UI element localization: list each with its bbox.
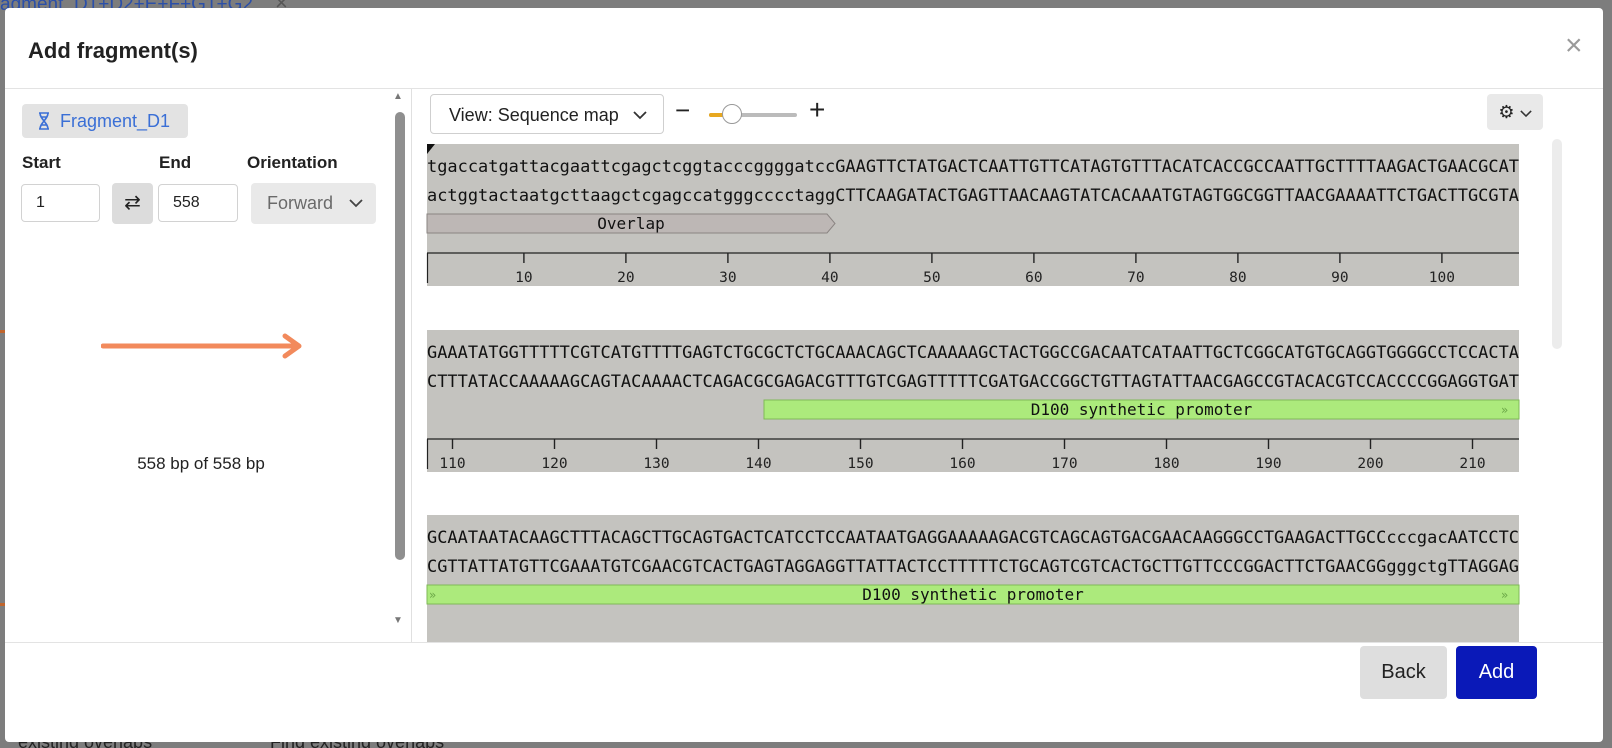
length-summary: 558 bp of 558 bp — [137, 454, 265, 473]
fragment-settings-panel: Fragment_D1 Start End Orientation ⇄ Forw… — [5, 89, 410, 642]
zoom-slider-thumb[interactable] — [722, 104, 743, 124]
ruler-tick-label: 50 — [923, 270, 940, 286]
top-strand: tgaccatgattacgaattcgagctcggtacccggggatcc… — [427, 157, 1519, 176]
chevron-down-icon — [349, 183, 363, 224]
orientation-label: Orientation — [247, 153, 338, 172]
scroll-down-icon[interactable]: ▼ — [393, 615, 403, 626]
ruler-tick-label: 130 — [643, 456, 669, 472]
view-select[interactable]: View: Sequence map — [430, 94, 664, 134]
zoom-out-button[interactable]: − — [675, 95, 690, 126]
feature-label: D100 synthetic promoter — [1031, 400, 1253, 419]
scroll-up-icon[interactable]: ▲ — [393, 91, 403, 102]
swap-button[interactable]: ⇄ — [112, 183, 153, 224]
continuation-right-icon: » — [1501, 588, 1508, 602]
ruler-tick-label: 80 — [1229, 270, 1246, 286]
settings-menu-button[interactable]: ⚙ — [1487, 94, 1543, 130]
fragment-chip[interactable]: Fragment_D1 — [22, 104, 188, 138]
zoom-in-button[interactable]: + — [809, 94, 825, 126]
add-fragment-dialog: Add fragment(s) × Fragment_D1 Start End … — [5, 8, 1603, 742]
ruler-tick-label: 20 — [617, 270, 634, 286]
ruler-tick-label: 190 — [1255, 456, 1281, 472]
ruler-tick-label: 210 — [1459, 456, 1485, 472]
sequence-map: tgaccatgattacgaattcgagctcggtacccggggatcc… — [426, 144, 1520, 642]
bottom-strand: CTTTATACCAAAAAGCAGTACAAAACTCAGACGCGAGACG… — [427, 372, 1519, 391]
orientation-select[interactable]: Forward — [251, 183, 376, 224]
gear-icon: ⚙ — [1498, 102, 1515, 122]
forward-direction-arrow-icon — [101, 333, 302, 359]
end-label: End — [159, 153, 192, 172]
fragment-name: Fragment_D1 — [60, 111, 171, 131]
add-button[interactable]: Add — [1456, 646, 1537, 699]
swap-arrows-icon: ⇄ — [124, 192, 141, 214]
view-select-label: View: Sequence map — [449, 105, 619, 125]
start-input[interactable] — [21, 184, 100, 222]
orientation-value: Forward — [267, 193, 334, 213]
sequence-map-panel: View: Sequence map − + ⚙ tgaccatgattacga… — [412, 89, 1603, 642]
ruler-tick-label: 170 — [1051, 456, 1077, 472]
ruler-tick-label: 120 — [541, 456, 567, 472]
bottom-strand: actggtactaatgcttaagctcgagccatgggcccctagg… — [427, 186, 1519, 205]
top-strand: GAAATATGGTTTTTCGTCATGTTTTGAGTCTGCGCTCTGC… — [427, 343, 1519, 362]
ruler-tick-label: 10 — [515, 270, 532, 286]
ruler-tick-label: 100 — [1429, 270, 1455, 286]
ruler-tick-label: 60 — [1025, 270, 1042, 286]
ruler-tick-label: 160 — [949, 456, 975, 472]
sequence-scrollbar[interactable] — [1552, 139, 1564, 642]
ruler-tick-label: 180 — [1153, 456, 1179, 472]
chevron-down-icon — [1519, 102, 1532, 122]
scroll-thumb[interactable] — [395, 112, 405, 560]
dialog-title: Add fragment(s) — [28, 38, 198, 63]
continuation-left-icon: » — [429, 588, 436, 602]
ruler-tick-label: 140 — [745, 456, 771, 472]
feature-label: Overlap — [597, 214, 664, 233]
left-scrollbar[interactable]: ▲ ▼ — [393, 89, 407, 642]
ruler-tick-label: 150 — [847, 456, 873, 472]
close-icon[interactable]: × — [1565, 31, 1583, 61]
dna-icon — [37, 104, 51, 138]
end-input[interactable] — [158, 184, 238, 222]
start-label: Start — [22, 153, 61, 172]
feature-label: D100 synthetic promoter — [862, 585, 1084, 604]
back-button[interactable]: Back — [1360, 646, 1447, 699]
chevron-down-icon — [633, 95, 647, 135]
ruler-tick-label: 40 — [821, 270, 838, 286]
sequence-scroll-thumb[interactable] — [1552, 139, 1562, 349]
ruler-tick-label: 30 — [719, 270, 736, 286]
ruler-tick-label: 90 — [1331, 270, 1348, 286]
footer-divider — [5, 642, 1603, 643]
top-strand: GCAATAATACAAGCTTTACAGCTTGCAGTGACTCATCCTC… — [427, 528, 1519, 547]
ruler-tick-label: 200 — [1357, 456, 1383, 472]
zoom-slider[interactable] — [709, 104, 797, 124]
ruler-tick-label: 70 — [1127, 270, 1144, 286]
bottom-strand: CGTTATTATGTTCGAAATGTCGAACGTCACTGAGTAGGAG… — [427, 557, 1519, 576]
continuation-right-icon: » — [1501, 403, 1508, 417]
ruler-tick-label: 110 — [439, 456, 465, 472]
